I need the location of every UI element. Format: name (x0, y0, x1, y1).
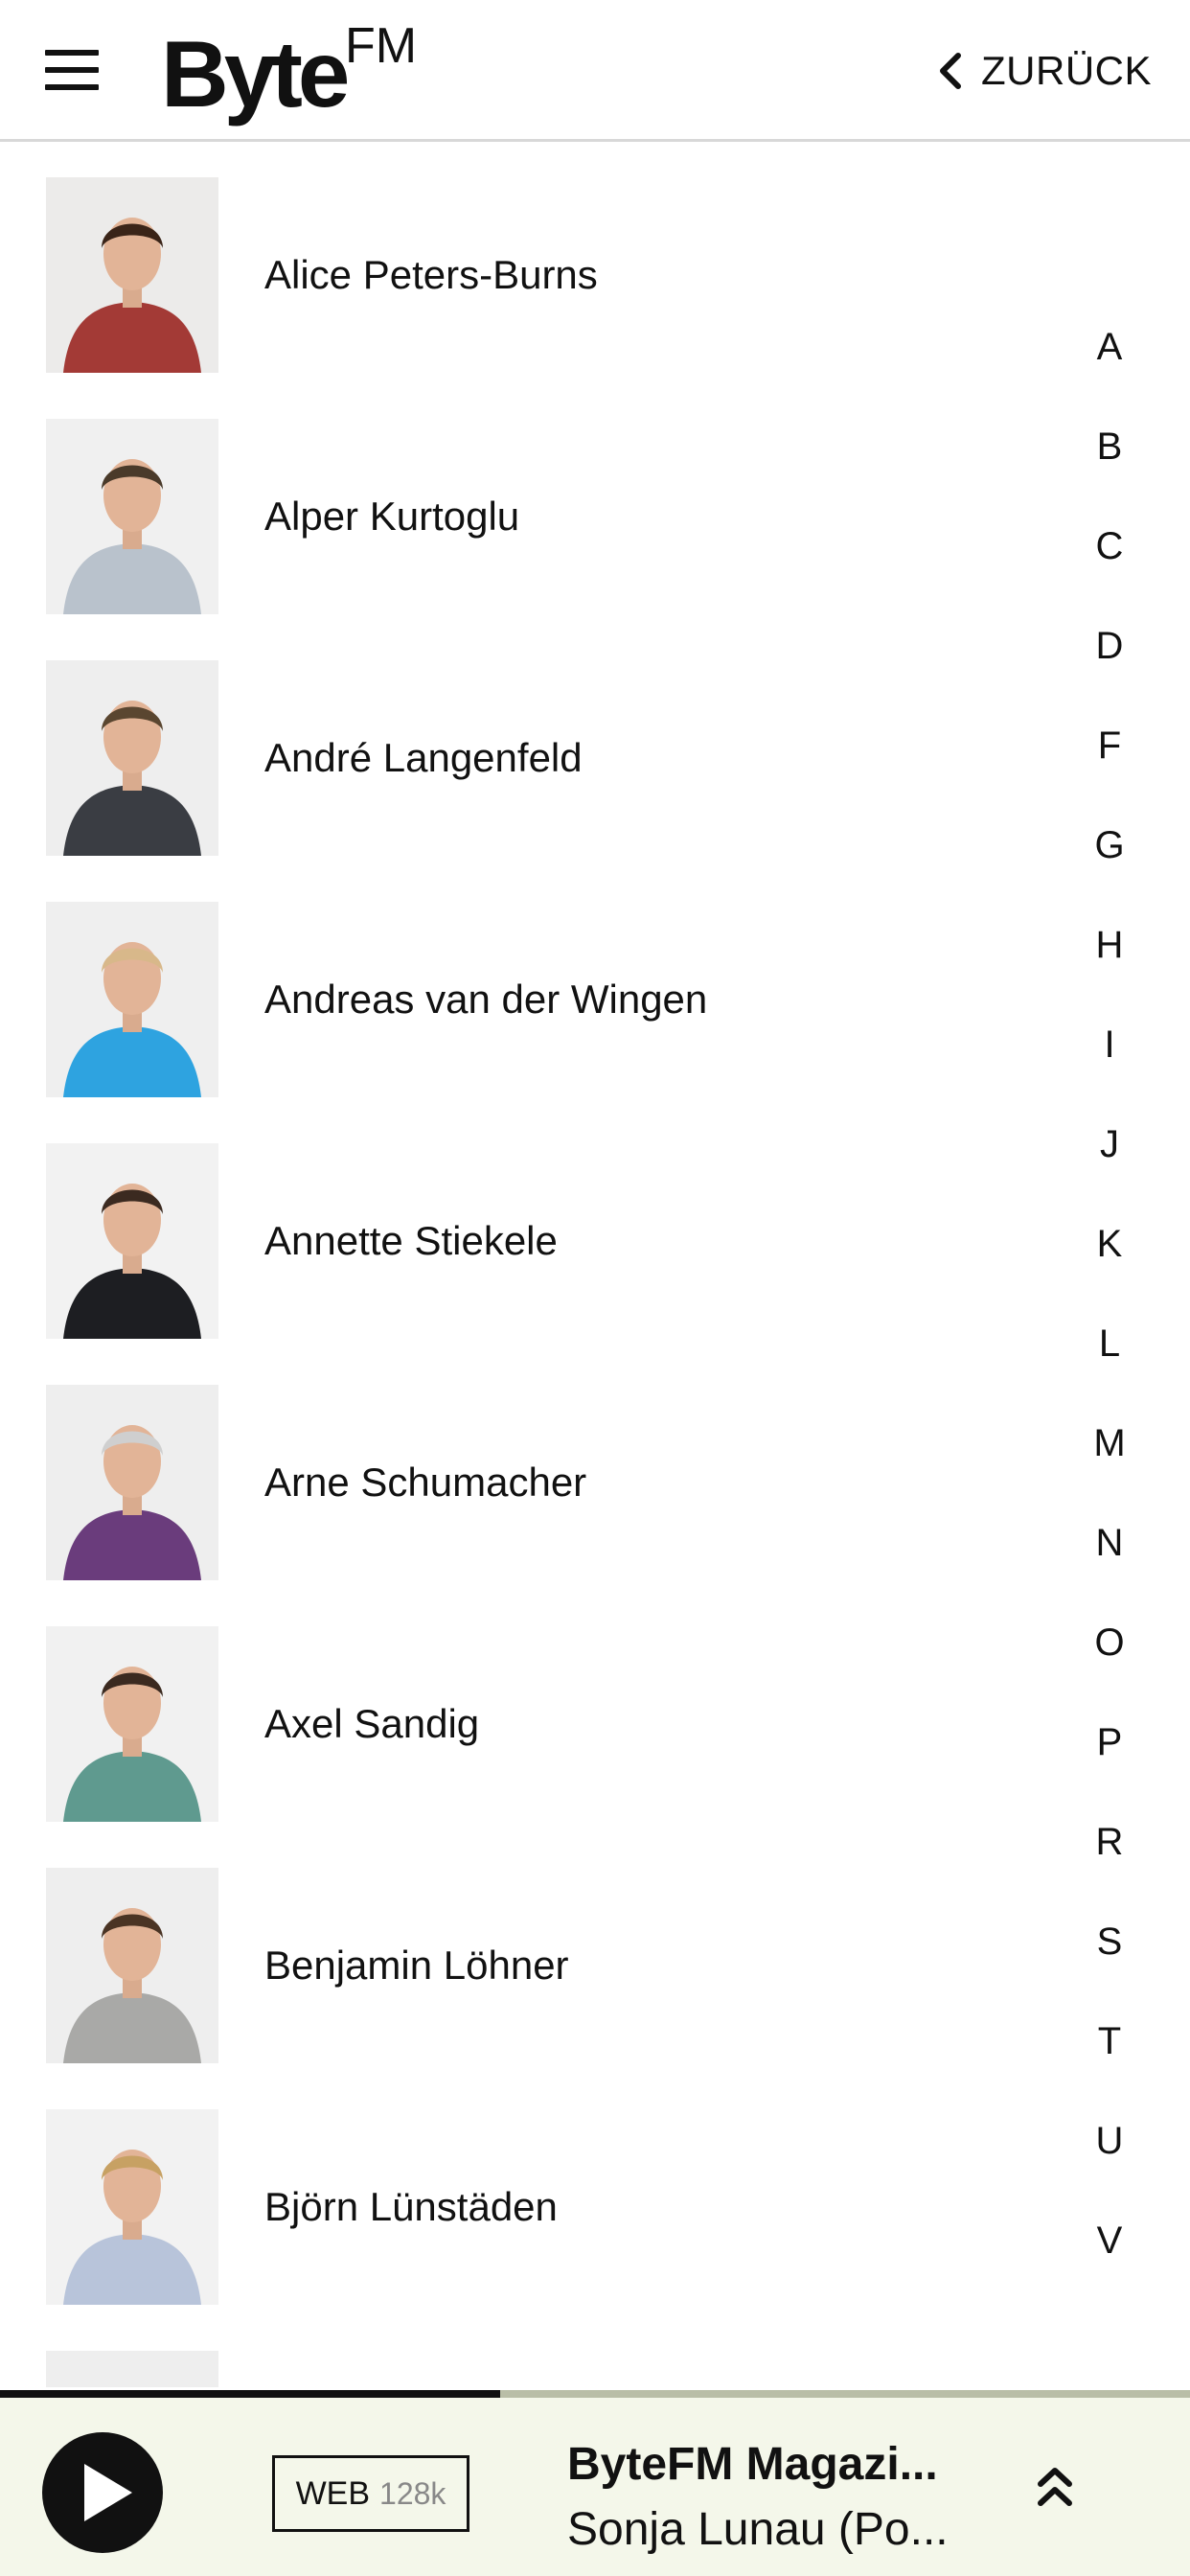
host-name: André Langenfeld (264, 735, 583, 780)
host-list-item[interactable]: André Langenfeld (0, 628, 1035, 869)
logo-superscript: FM (345, 18, 418, 74)
host-photo (46, 1626, 218, 1822)
stream-quality-badge[interactable]: WEB 128k (272, 2455, 469, 2532)
play-icon (84, 2464, 132, 2521)
alphabet-index-letter[interactable]: B (1073, 426, 1146, 469)
host-photo (46, 660, 218, 856)
show-subtitle[interactable]: Sonja Lunau (Po... (567, 2503, 970, 2556)
alphabet-index-letter[interactable]: U (1073, 2120, 1146, 2163)
host-photo (46, 1385, 218, 1580)
host-photo (46, 1143, 218, 1339)
alphabet-index-letter[interactable]: G (1073, 824, 1146, 867)
host-photo (46, 177, 218, 373)
double-chevron-up-icon[interactable] (1033, 2463, 1077, 2511)
host-list-item[interactable]: Arne Schumacher (0, 1352, 1035, 1594)
alphabet-index-letter[interactable]: T (1073, 2020, 1146, 2063)
host-name: Andreas van der Wingen (264, 977, 708, 1022)
host-name: Arne Schumacher (264, 1460, 587, 1505)
alphabet-index-letter[interactable]: M (1073, 1422, 1146, 1465)
stream-label: WEB (295, 2474, 371, 2512)
alphabet-index-letter[interactable]: R (1073, 1821, 1146, 1864)
progress-fill (0, 2390, 500, 2398)
alphabet-index-letter[interactable]: K (1073, 1223, 1146, 1266)
host-list: Alice Peters-Burns Alper Kurtoglu André La… (0, 145, 1190, 2387)
alphabet-index-letter[interactable]: P (1073, 1721, 1146, 1764)
host-name: Axel Sandig (264, 1701, 480, 1746)
host-name: Benjamin Löhner (264, 1943, 569, 1988)
alphabet-index-letter[interactable]: O (1073, 1622, 1146, 1665)
host-name: Annette Stiekele (264, 1218, 558, 1263)
alphabet-index-letter[interactable]: J (1073, 1123, 1146, 1166)
host-name: Alper Kurtoglu (264, 494, 520, 539)
host-list-item[interactable]: Alper Kurtoglu (0, 386, 1035, 628)
back-label: ZURÜCK (981, 48, 1152, 93)
host-list-item[interactable]: Andreas van der Wingen (0, 869, 1035, 1111)
host-list-item[interactable] (0, 2318, 1035, 2387)
back-button[interactable]: ZURÜCK (933, 42, 1152, 100)
host-list-item[interactable]: Björn Lünstäden (0, 2077, 1035, 2318)
host-photo (46, 1868, 218, 2063)
audio-player: WEB 128k ByteFM Magazi... Sonja Lunau (P… (0, 2398, 1190, 2576)
show-title[interactable]: ByteFM Magazi... (567, 2438, 970, 2491)
host-photo (46, 902, 218, 1097)
host-photo (46, 419, 218, 614)
play-button[interactable] (42, 2432, 163, 2553)
app-header: Byte FM ZURÜCK (0, 0, 1190, 142)
alphabet-index-letter[interactable]: N (1073, 1522, 1146, 1565)
alphabet-index-letter[interactable]: A (1073, 326, 1146, 369)
alphabet-index-letter[interactable]: V (1073, 2220, 1146, 2263)
alphabet-index-letter[interactable]: C (1073, 525, 1146, 568)
host-list-item[interactable]: Alice Peters-Burns (0, 145, 1035, 386)
alphabet-index-letter[interactable]: I (1073, 1024, 1146, 1067)
alphabet-index-letter[interactable]: D (1073, 625, 1146, 668)
alphabet-index-letter[interactable]: F (1073, 724, 1146, 768)
logo-wordmark: Byte (161, 21, 350, 126)
hamburger-menu-icon[interactable] (45, 50, 99, 90)
host-list-item[interactable]: Axel Sandig (0, 1594, 1035, 1835)
host-list-item[interactable]: Benjamin Löhner (0, 1835, 1035, 2077)
host-name: Björn Lünstäden (264, 2184, 558, 2229)
stream-rate: 128k (379, 2475, 446, 2511)
chevron-left-icon (940, 53, 961, 89)
playback-progress-bar (0, 2390, 1190, 2398)
alphabet-index-letter[interactable]: H (1073, 924, 1146, 967)
host-photo (46, 2351, 218, 2387)
alphabet-index-letter[interactable]: S (1073, 1920, 1146, 1964)
host-name: Alice Peters-Burns (264, 252, 598, 297)
host-list-item[interactable]: Annette Stiekele (0, 1111, 1035, 1352)
host-photo (46, 2109, 218, 2305)
alphabet-index-letter[interactable]: L (1073, 1322, 1146, 1366)
